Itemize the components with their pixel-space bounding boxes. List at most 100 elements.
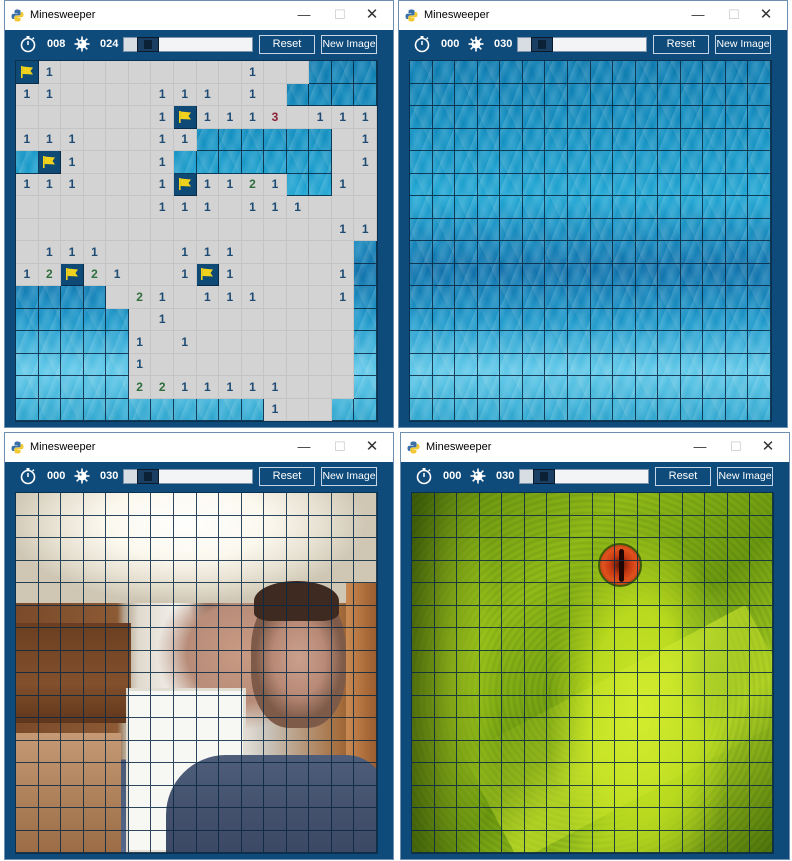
hidden-cell[interactable] (703, 353, 726, 376)
hidden-cell[interactable] (569, 650, 593, 673)
hidden-cell[interactable] (567, 151, 591, 174)
hidden-cell[interactable] (703, 398, 726, 421)
hidden-cell[interactable] (637, 515, 661, 538)
hidden-cell[interactable] (592, 785, 616, 808)
hidden-cell[interactable] (434, 808, 458, 831)
hidden-cell[interactable] (432, 196, 456, 219)
reset-button[interactable]: Reset (259, 35, 315, 54)
hidden-cell[interactable] (106, 538, 129, 561)
hidden-cell[interactable] (748, 173, 771, 196)
revealed-cell[interactable] (151, 331, 174, 354)
hidden-cell[interactable] (637, 650, 661, 673)
hidden-cell[interactable] (128, 785, 152, 808)
hidden-cell[interactable] (547, 808, 570, 831)
hidden-cell[interactable] (219, 830, 242, 853)
hidden-cell[interactable] (524, 605, 548, 628)
hidden-cell[interactable] (173, 785, 197, 808)
revealed-cell[interactable] (196, 61, 220, 84)
hidden-cell[interactable] (410, 263, 433, 286)
revealed-cell[interactable]: 1 (61, 128, 84, 151)
hidden-cell[interactable] (241, 493, 265, 516)
hidden-cell[interactable] (725, 106, 749, 129)
hidden-cell[interactable] (590, 196, 614, 219)
hidden-cell[interactable] (457, 830, 480, 853)
minimize-button[interactable]: — (289, 6, 319, 24)
hidden-cell[interactable] (477, 128, 501, 151)
hidden-cell[interactable] (748, 151, 771, 174)
hidden-cell[interactable] (354, 560, 377, 583)
revealed-cell[interactable] (331, 241, 355, 264)
revealed-cell[interactable] (331, 196, 355, 219)
hidden-cell[interactable] (412, 583, 435, 606)
hidden-cell[interactable] (128, 718, 152, 741)
hidden-cell[interactable] (264, 650, 287, 673)
revealed-cell[interactable]: 2 (241, 173, 265, 196)
hidden-cell[interactable] (703, 83, 726, 106)
hidden-cell[interactable] (38, 718, 62, 741)
flagged-cell[interactable] (196, 263, 220, 286)
hidden-cell[interactable] (354, 650, 377, 673)
hidden-cell[interactable] (660, 740, 683, 763)
flagged-cell[interactable] (38, 151, 62, 174)
flagged-cell[interactable] (16, 61, 39, 84)
revealed-cell[interactable]: 1 (61, 151, 84, 174)
hidden-cell[interactable] (547, 515, 570, 538)
hidden-cell[interactable] (286, 583, 310, 606)
hidden-cell[interactable] (660, 830, 683, 853)
hidden-cell[interactable] (725, 398, 749, 421)
hidden-cell[interactable] (354, 61, 377, 84)
revealed-cell[interactable] (173, 61, 197, 84)
hidden-cell[interactable] (432, 308, 456, 331)
hidden-cell[interactable] (61, 331, 84, 354)
hidden-cell[interactable] (106, 785, 129, 808)
hidden-cell[interactable] (412, 493, 435, 516)
hidden-cell[interactable] (748, 83, 771, 106)
hidden-cell[interactable] (748, 376, 771, 399)
hidden-cell[interactable] (219, 493, 242, 516)
hidden-cell[interactable] (477, 331, 501, 354)
revealed-cell[interactable] (151, 61, 174, 84)
revealed-cell[interactable] (128, 128, 152, 151)
hidden-cell[interactable] (637, 785, 661, 808)
revealed-cell[interactable] (219, 353, 242, 376)
hidden-cell[interactable] (434, 515, 458, 538)
revealed-cell[interactable]: 1 (264, 376, 287, 399)
revealed-cell[interactable]: 1 (38, 241, 62, 264)
hidden-cell[interactable] (354, 493, 377, 516)
hidden-cell[interactable] (567, 241, 591, 264)
hidden-cell[interactable] (16, 353, 39, 376)
hidden-cell[interactable] (590, 331, 614, 354)
hidden-cell[interactable] (38, 308, 62, 331)
hidden-cell[interactable] (151, 398, 174, 421)
revealed-cell[interactable]: 1 (173, 83, 197, 106)
hidden-cell[interactable] (412, 538, 435, 561)
hidden-cell[interactable] (637, 830, 661, 853)
hidden-cell[interactable] (613, 218, 636, 241)
hidden-cell[interactable] (83, 740, 107, 763)
hidden-cell[interactable] (196, 515, 220, 538)
hidden-cell[interactable] (524, 763, 548, 786)
hidden-cell[interactable] (432, 128, 456, 151)
revealed-cell[interactable] (106, 241, 129, 264)
hidden-cell[interactable] (748, 308, 771, 331)
hidden-cell[interactable] (569, 628, 593, 651)
hidden-cell[interactable] (567, 218, 591, 241)
hidden-cell[interactable] (196, 605, 220, 628)
hidden-cell[interactable] (680, 286, 704, 309)
hidden-cell[interactable] (309, 173, 332, 196)
hidden-cell[interactable] (151, 740, 174, 763)
hidden-cell[interactable] (590, 83, 614, 106)
hidden-cell[interactable] (173, 740, 197, 763)
hidden-cell[interactable] (410, 83, 433, 106)
hidden-cell[interactable] (309, 740, 332, 763)
hidden-cell[interactable] (524, 718, 548, 741)
revealed-cell[interactable]: 1 (151, 151, 174, 174)
hidden-cell[interactable] (725, 353, 749, 376)
hidden-cell[interactable] (151, 560, 174, 583)
hidden-cell[interactable] (682, 493, 706, 516)
hidden-cell[interactable] (61, 583, 84, 606)
hidden-cell[interactable] (83, 353, 107, 376)
hidden-cell[interactable] (680, 173, 704, 196)
hidden-cell[interactable] (196, 830, 220, 853)
hidden-cell[interactable] (457, 808, 480, 831)
